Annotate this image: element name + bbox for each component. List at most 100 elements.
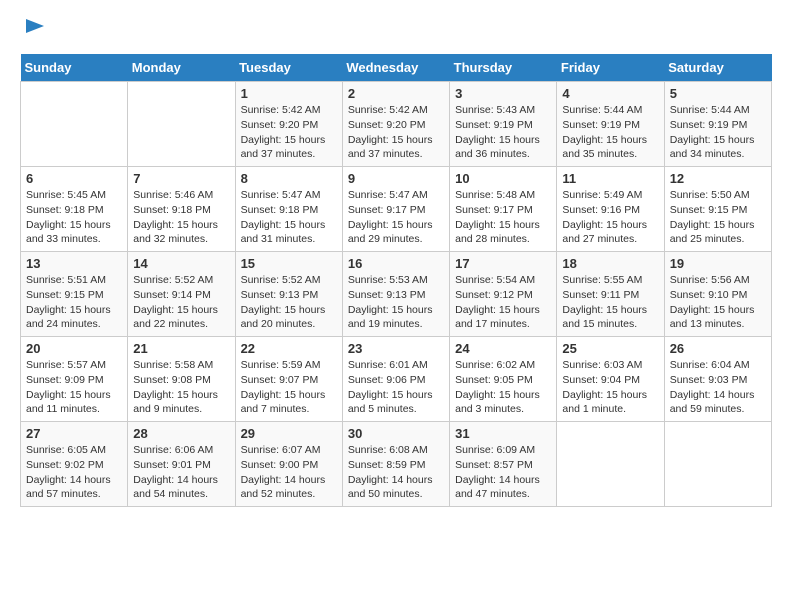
day-info: Sunrise: 5:49 AM Sunset: 9:16 PM Dayligh…: [562, 188, 658, 247]
week-row-3: 13 Sunrise: 5:51 AM Sunset: 9:15 PM Dayli…: [21, 252, 772, 337]
day-cell: 11 Sunrise: 5:49 AM Sunset: 9:16 PM Dayli…: [557, 167, 664, 252]
day-cell: 23Sunrise: 6:01 AM Sunset: 9:06 PM Dayli…: [342, 337, 449, 422]
day-info: Sunrise: 5:44 AM Sunset: 9:19 PM Dayligh…: [562, 103, 658, 162]
day-cell: 12Sunrise: 5:50 AM Sunset: 9:15 PM Dayli…: [664, 167, 771, 252]
day-info: Sunrise: 6:05 AM Sunset: 9:02 PM Dayligh…: [26, 443, 122, 502]
day-number: 26: [670, 341, 766, 356]
day-cell: 7 Sunrise: 5:46 AM Sunset: 9:18 PM Daylig…: [128, 167, 235, 252]
logo-arrow-icon: [24, 15, 46, 37]
day-cell: 14 Sunrise: 5:52 AM Sunset: 9:14 PM Dayli…: [128, 252, 235, 337]
day-number: 20: [26, 341, 122, 356]
logo: [20, 20, 46, 44]
day-info: Sunrise: 6:08 AM Sunset: 8:59 PM Dayligh…: [348, 443, 444, 502]
week-row-2: 6 Sunrise: 5:45 AM Sunset: 9:18 PM Daylig…: [21, 167, 772, 252]
day-number: 9: [348, 171, 444, 186]
day-number: 17: [455, 256, 551, 271]
day-cell: 17 Sunrise: 5:54 AM Sunset: 9:12 PM Dayli…: [450, 252, 557, 337]
day-number: 12: [670, 171, 766, 186]
header-cell-tuesday: Tuesday: [235, 54, 342, 82]
day-info: Sunrise: 5:42 AM Sunset: 9:20 PM Dayligh…: [348, 103, 444, 162]
day-number: 16: [348, 256, 444, 271]
day-cell: 15Sunrise: 5:52 AM Sunset: 9:13 PM Dayli…: [235, 252, 342, 337]
day-number: 14: [133, 256, 229, 271]
day-info: Sunrise: 5:52 AM Sunset: 9:14 PM Dayligh…: [133, 273, 229, 332]
header-cell-monday: Monday: [128, 54, 235, 82]
day-cell: 25 Sunrise: 6:03 AM Sunset: 9:04 PM Dayli…: [557, 337, 664, 422]
day-cell: 4 Sunrise: 5:44 AM Sunset: 9:19 PM Daylig…: [557, 82, 664, 167]
day-info: Sunrise: 5:46 AM Sunset: 9:18 PM Dayligh…: [133, 188, 229, 247]
day-number: 31: [455, 426, 551, 441]
page-header: [20, 20, 772, 44]
day-number: 7: [133, 171, 229, 186]
calendar-table: SundayMondayTuesdayWednesdayThursdayFrid…: [20, 54, 772, 507]
day-cell: 3 Sunrise: 5:43 AM Sunset: 9:19 PM Daylig…: [450, 82, 557, 167]
day-number: 27: [26, 426, 122, 441]
day-number: 19: [670, 256, 766, 271]
day-number: 23: [348, 341, 444, 356]
day-info: Sunrise: 5:51 AM Sunset: 9:15 PM Dayligh…: [26, 273, 122, 332]
day-cell: 10Sunrise: 5:48 AM Sunset: 9:17 PM Dayli…: [450, 167, 557, 252]
day-info: Sunrise: 5:44 AM Sunset: 9:19 PM Dayligh…: [670, 103, 766, 162]
day-cell: 16 Sunrise: 5:53 AM Sunset: 9:13 PM Dayli…: [342, 252, 449, 337]
day-info: Sunrise: 6:03 AM Sunset: 9:04 PM Dayligh…: [562, 358, 658, 417]
day-number: 4: [562, 86, 658, 101]
calendar-body: 1 Sunrise: 5:42 AM Sunset: 9:20 PM Daylig…: [21, 82, 772, 507]
day-info: Sunrise: 6:09 AM Sunset: 8:57 PM Dayligh…: [455, 443, 551, 502]
day-cell: 8 Sunrise: 5:47 AM Sunset: 9:18 PM Daylig…: [235, 167, 342, 252]
calendar-header-row: SundayMondayTuesdayWednesdayThursdayFrid…: [21, 54, 772, 82]
day-info: Sunrise: 6:07 AM Sunset: 9:00 PM Dayligh…: [241, 443, 337, 502]
day-number: 21: [133, 341, 229, 356]
header-cell-saturday: Saturday: [664, 54, 771, 82]
day-info: Sunrise: 5:55 AM Sunset: 9:11 PM Dayligh…: [562, 273, 658, 332]
day-cell: 19 Sunrise: 5:56 AM Sunset: 9:10 PM Dayli…: [664, 252, 771, 337]
day-cell: 26 Sunrise: 6:04 AM Sunset: 9:03 PM Dayli…: [664, 337, 771, 422]
day-cell: 1 Sunrise: 5:42 AM Sunset: 9:20 PM Daylig…: [235, 82, 342, 167]
day-number: 8: [241, 171, 337, 186]
day-number: 6: [26, 171, 122, 186]
day-info: Sunrise: 5:59 AM Sunset: 9:07 PM Dayligh…: [241, 358, 337, 417]
day-number: 22: [241, 341, 337, 356]
day-number: 28: [133, 426, 229, 441]
day-info: Sunrise: 5:56 AM Sunset: 9:10 PM Dayligh…: [670, 273, 766, 332]
header-cell-sunday: Sunday: [21, 54, 128, 82]
day-info: Sunrise: 5:57 AM Sunset: 9:09 PM Dayligh…: [26, 358, 122, 417]
day-cell: 9 Sunrise: 5:47 AM Sunset: 9:17 PM Daylig…: [342, 167, 449, 252]
day-cell: 28 Sunrise: 6:06 AM Sunset: 9:01 PM Dayli…: [128, 422, 235, 507]
day-number: 10: [455, 171, 551, 186]
day-cell: 2Sunrise: 5:42 AM Sunset: 9:20 PM Daylig…: [342, 82, 449, 167]
day-info: Sunrise: 5:58 AM Sunset: 9:08 PM Dayligh…: [133, 358, 229, 417]
day-info: Sunrise: 6:02 AM Sunset: 9:05 PM Dayligh…: [455, 358, 551, 417]
day-number: 11: [562, 171, 658, 186]
week-row-4: 20 Sunrise: 5:57 AM Sunset: 9:09 PM Dayli…: [21, 337, 772, 422]
day-info: Sunrise: 5:53 AM Sunset: 9:13 PM Dayligh…: [348, 273, 444, 332]
day-number: 3: [455, 86, 551, 101]
week-row-5: 27 Sunrise: 6:05 AM Sunset: 9:02 PM Dayli…: [21, 422, 772, 507]
day-number: 30: [348, 426, 444, 441]
day-cell: [128, 82, 235, 167]
day-number: 5: [670, 86, 766, 101]
day-info: Sunrise: 5:47 AM Sunset: 9:18 PM Dayligh…: [241, 188, 337, 247]
day-number: 29: [241, 426, 337, 441]
day-cell: 18 Sunrise: 5:55 AM Sunset: 9:11 PM Dayli…: [557, 252, 664, 337]
day-info: Sunrise: 5:47 AM Sunset: 9:17 PM Dayligh…: [348, 188, 444, 247]
day-info: Sunrise: 5:54 AM Sunset: 9:12 PM Dayligh…: [455, 273, 551, 332]
day-cell: 21 Sunrise: 5:58 AM Sunset: 9:08 PM Dayli…: [128, 337, 235, 422]
day-cell: 24 Sunrise: 6:02 AM Sunset: 9:05 PM Dayli…: [450, 337, 557, 422]
day-cell: [21, 82, 128, 167]
day-info: Sunrise: 5:42 AM Sunset: 9:20 PM Dayligh…: [241, 103, 337, 162]
day-number: 24: [455, 341, 551, 356]
day-info: Sunrise: 5:43 AM Sunset: 9:19 PM Dayligh…: [455, 103, 551, 162]
day-number: 1: [241, 86, 337, 101]
day-cell: 5 Sunrise: 5:44 AM Sunset: 9:19 PM Daylig…: [664, 82, 771, 167]
day-number: 25: [562, 341, 658, 356]
day-number: 13: [26, 256, 122, 271]
day-number: 15: [241, 256, 337, 271]
day-cell: [664, 422, 771, 507]
day-number: 18: [562, 256, 658, 271]
day-info: Sunrise: 6:06 AM Sunset: 9:01 PM Dayligh…: [133, 443, 229, 502]
day-info: Sunrise: 5:45 AM Sunset: 9:18 PM Dayligh…: [26, 188, 122, 247]
day-cell: 27 Sunrise: 6:05 AM Sunset: 9:02 PM Dayli…: [21, 422, 128, 507]
day-info: Sunrise: 6:04 AM Sunset: 9:03 PM Dayligh…: [670, 358, 766, 417]
day-cell: 29 Sunrise: 6:07 AM Sunset: 9:00 PM Dayli…: [235, 422, 342, 507]
day-cell: [557, 422, 664, 507]
